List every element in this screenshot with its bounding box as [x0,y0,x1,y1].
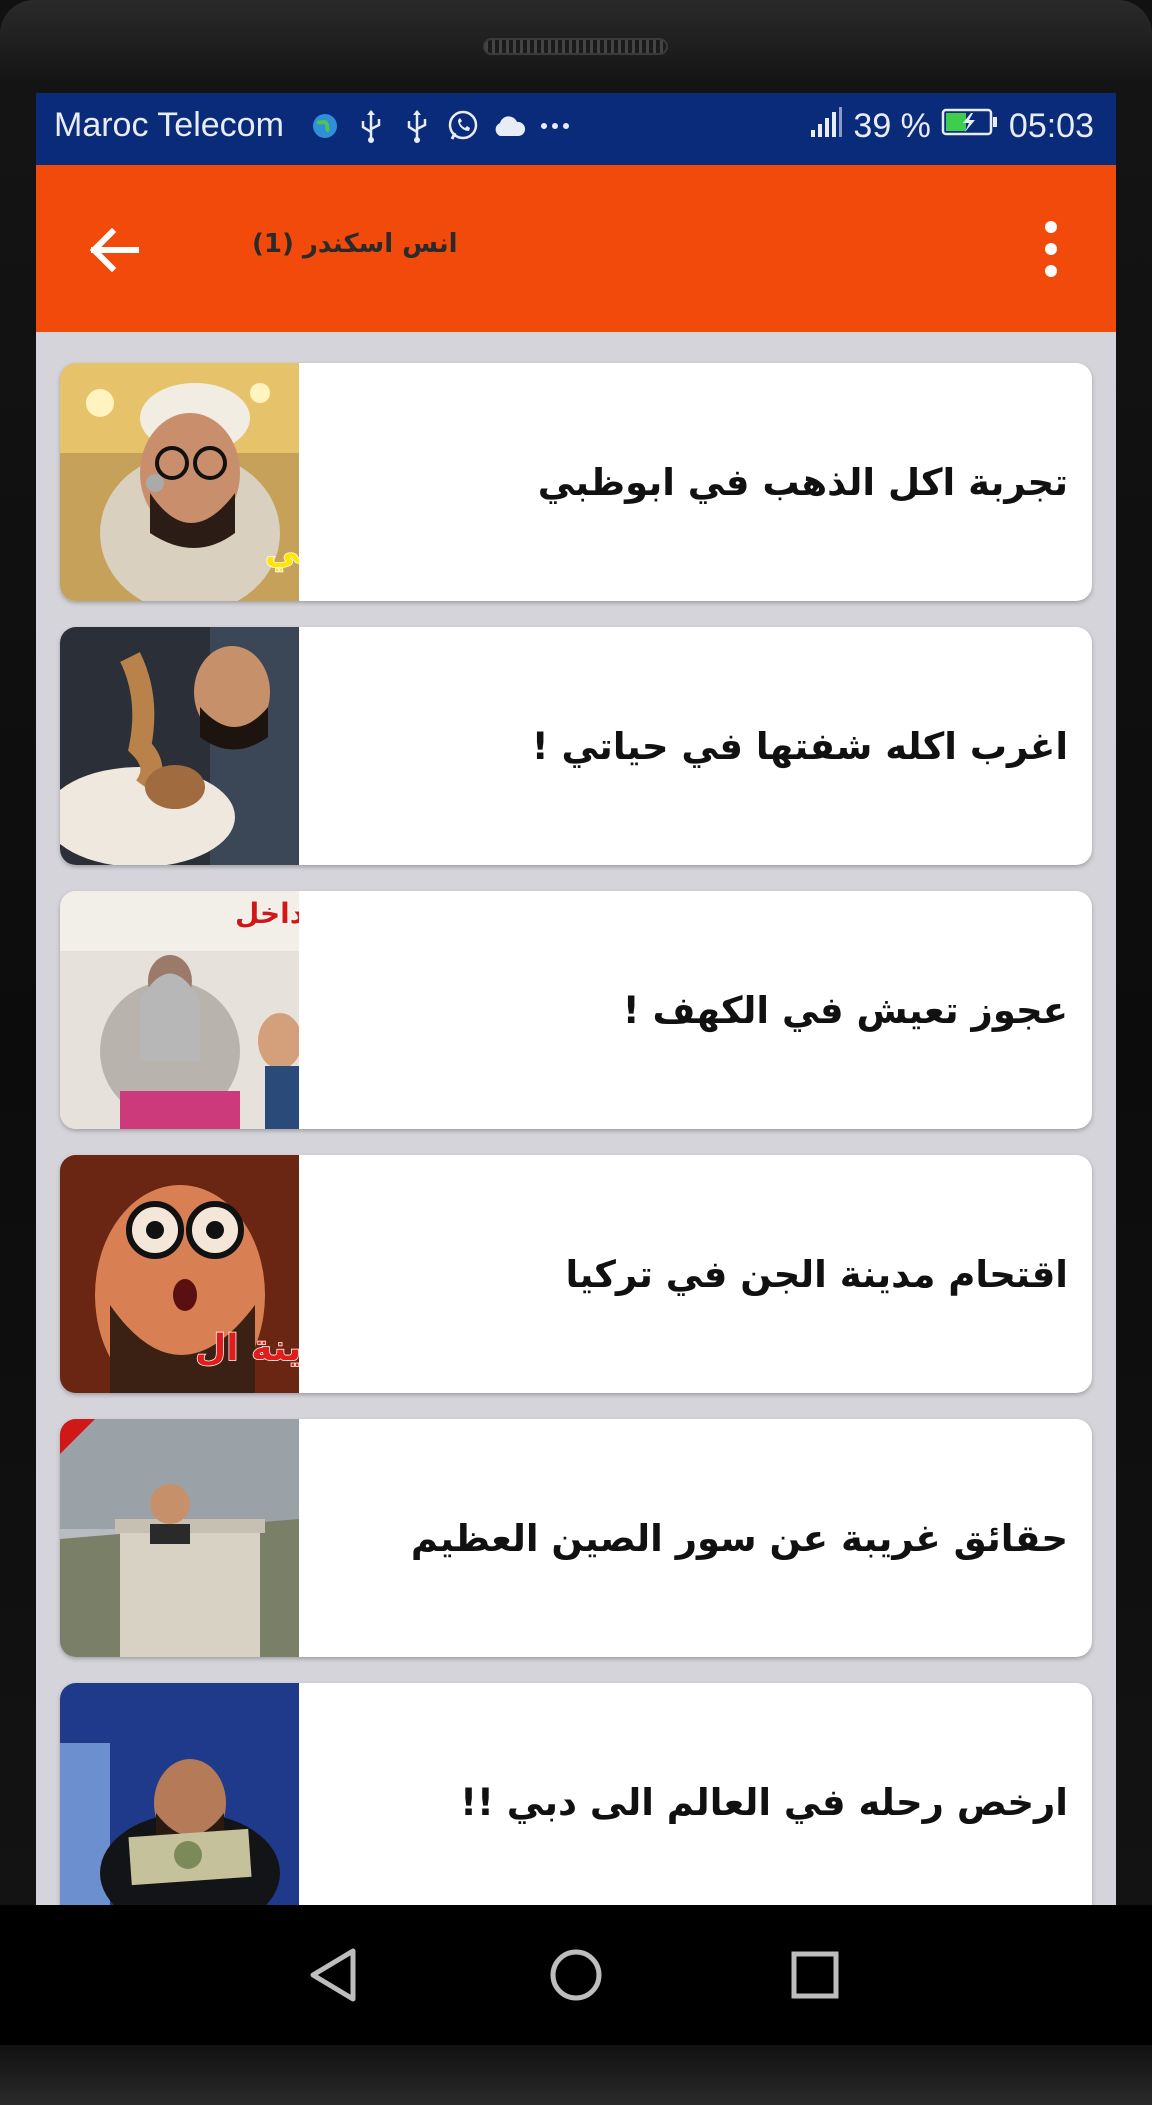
video-title: حقائق غريبة عن سور الصين العظيم [410,1516,1068,1560]
more-vertical-icon [1045,221,1057,233]
whatsapp-icon [446,107,480,145]
nav-recents-button[interactable] [775,1935,855,2015]
thumbnail-caption: 50 عام داخل [235,897,299,930]
status-right: 39 % 05:03 [809,106,1094,147]
overflow-menu-button[interactable] [1039,221,1063,277]
nav-back-button[interactable] [295,1935,375,2015]
cloud-icon [492,107,526,145]
video-title: اغرب اكله شفتها في حياتي ! [531,724,1068,768]
video-title: عجوز تعيش في الكهف ! [622,988,1068,1032]
video-thumbnail: سور الصين العظيم [60,1419,299,1657]
video-thumbnail: ساعه في دب [60,1683,299,1905]
video-thumbnail: مدينة ال [60,1155,299,1393]
system-nav-bar [0,1905,1152,2045]
bottom-bezel [0,2045,1152,2105]
video-thumbnail: 50 عام داخل [60,891,299,1129]
video-title: ارخص رحله في العالم الى دبي !! [460,1780,1068,1824]
back-triangle-icon [310,1948,356,2002]
video-list: ذهب حقيقي تجربة اكل الذهب في ابوظبي غرب … [60,363,1092,1905]
earpiece-speaker [483,38,668,55]
video-thumbnail: ذهب حقيقي [60,363,299,601]
usb-icon [400,107,434,145]
video-title: اقتحام مدينة الجن في تركيا [565,1252,1068,1296]
video-card[interactable]: ذهب حقيقي تجربة اكل الذهب في ابوظبي [60,363,1092,601]
thumbnail-caption: مدينة ال [195,1328,299,1369]
video-title: تجربة اكل الذهب في ابوظبي [537,460,1068,504]
arrow-left-icon [89,227,139,273]
video-card[interactable]: ساعه في دب ارخص رحله في العالم الى دبي !… [60,1683,1092,1905]
home-circle-icon [550,1949,602,2001]
video-card[interactable]: غرب اكلة تركية اغرب اكله شفتها في حياتي … [60,627,1092,865]
app-toolbar: انس اسكندر (1) [36,165,1116,332]
more-dots-icon [538,107,572,145]
notification-icons [308,107,572,145]
battery-charging-icon [941,107,999,146]
thumbnail-caption: ذهب حقيقي [265,532,299,572]
globe-icon [308,107,342,145]
carrier-name: Maroc Telecom [54,106,284,144]
clock: 05:03 [1008,107,1094,145]
recents-square-icon [791,1951,839,1999]
back-button[interactable] [84,220,144,280]
video-card[interactable]: 50 عام داخل عجوز تعيش في الكهف ! [60,891,1092,1129]
page-title: انس اسكندر (1) [252,229,458,259]
usb-icon [354,107,388,145]
video-thumbnail: غرب اكلة تركية [60,627,299,865]
video-card[interactable]: مدينة ال اقتحام مدينة الجن في تركيا [60,1155,1092,1393]
video-card[interactable]: سور الصين العظيم حقائق غريبة عن سور الصي… [60,1419,1092,1657]
battery-percent: 39 % [853,107,931,145]
signal-icon [809,106,843,147]
nav-home-button[interactable] [536,1935,616,2015]
status-bar: Maroc Telecom 39 % 05:03 [36,93,1116,165]
app-screen: Maroc Telecom 39 % 05:03 انس اسكندر (1) … [36,93,1116,1905]
phone-frame: Maroc Telecom 39 % 05:03 انس اسكندر (1) … [0,0,1152,2105]
